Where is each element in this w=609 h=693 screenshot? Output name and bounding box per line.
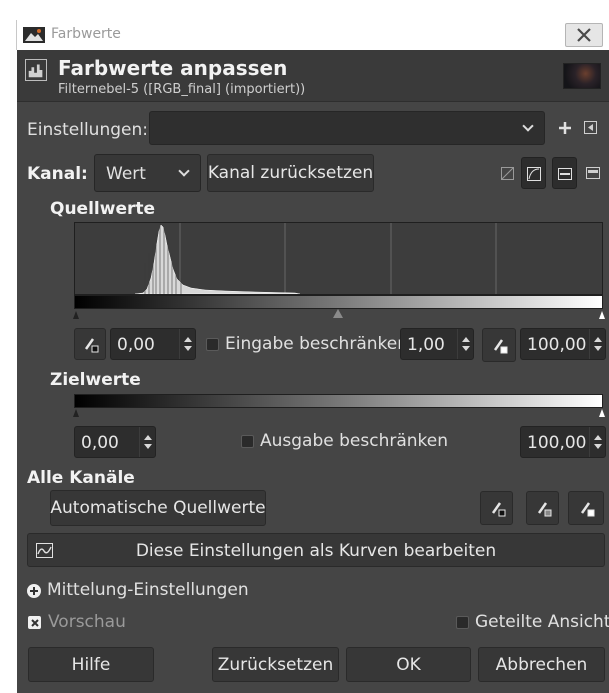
split-view-checkbox[interactable] (456, 616, 469, 629)
display-mode-icon[interactable] (586, 167, 600, 179)
histogram-view-toggle[interactable] (552, 157, 577, 189)
pick-black-point-button[interactable] (74, 328, 106, 360)
checkmark-icon (31, 619, 39, 627)
output-high-spinner[interactable]: 100,00 (520, 426, 606, 458)
preview-checkbox[interactable] (28, 616, 41, 629)
input-low-spinner[interactable]: 0,00 (110, 328, 196, 360)
reset-channel-button[interactable]: Kanal zurücksetzen (207, 154, 374, 192)
output-gradient-bar[interactable] (74, 394, 603, 408)
presets-label: Einstellungen: (27, 120, 148, 140)
spinner-arrows[interactable] (589, 427, 605, 457)
clamp-output-label: Ausgabe beschränken (260, 431, 449, 451)
pick-black-all-button[interactable] (480, 491, 513, 525)
clamp-input-checkbox[interactable] (206, 338, 219, 351)
eyedropper-white-icon (580, 502, 595, 517)
window-title: Farbwerte (51, 26, 121, 42)
input-high-handle[interactable] (599, 311, 605, 319)
histogram-view-icon (558, 168, 572, 180)
close-button[interactable] (565, 23, 603, 47)
spinner-arrows[interactable] (139, 427, 155, 457)
input-low-handle[interactable] (73, 311, 79, 319)
eyedropper-black-icon (84, 338, 99, 353)
edit-as-curves-label: Diese Einstellungen als Kurven bearbeite… (135, 541, 497, 561)
dialog-subtitle: Filternebel-5 ([RGB_final] (importiert)) (58, 82, 306, 97)
channel-combo[interactable]: Wert (94, 154, 201, 192)
spinner-arrows[interactable] (179, 329, 195, 359)
expand-plus-icon (27, 584, 41, 598)
blending-expander[interactable]: Mittelung-Einstellungen (27, 580, 267, 602)
dialog-header: Farbwerte anpassen Filternebel-5 ([RGB_f… (17, 50, 609, 102)
eyedropper-white-icon (493, 339, 508, 354)
split-view-label: Geteilte Ansicht (475, 612, 609, 632)
input-gamma-value: 1,00 (407, 335, 445, 355)
output-high-handle[interactable] (599, 409, 605, 417)
input-low-value: 0,00 (117, 335, 155, 355)
preset-menu-icon[interactable] (584, 121, 597, 134)
channel-value: Wert (106, 164, 146, 184)
add-preset-icon[interactable] (558, 121, 572, 135)
output-low-spinner[interactable]: 0,00 (74, 426, 156, 458)
input-levels-heading: Quellwerte (50, 199, 156, 219)
levels-icon (25, 59, 47, 81)
output-slider-track[interactable] (73, 408, 605, 418)
ok-button[interactable]: OK (346, 647, 471, 682)
dialog-title: Farbwerte anpassen (58, 56, 288, 80)
chevron-down-icon (178, 165, 190, 177)
cancel-button[interactable]: Abbrechen (478, 647, 605, 682)
linear-histogram-icon[interactable] (501, 167, 514, 180)
window-titlebar: Farbwerte (16, 20, 609, 50)
output-levels-heading: Zielwerte (50, 370, 141, 390)
input-gamma-handle[interactable] (333, 309, 343, 318)
pick-white-all-button[interactable] (568, 491, 604, 525)
log-histogram-toggle[interactable] (521, 157, 546, 189)
levels-dialog: Farbwerte anpassen Filternebel-5 ([RGB_f… (17, 50, 609, 693)
input-high-spinner[interactable]: 100,00 (520, 328, 606, 360)
output-low-value: 0,00 (81, 433, 119, 453)
spinner-arrows[interactable] (457, 329, 473, 359)
blending-label: Mittelung-Einstellungen (47, 580, 249, 600)
input-gradient-bar[interactable] (74, 295, 603, 309)
output-high-value: 100,00 (527, 433, 587, 453)
eyedropper-black-icon (491, 502, 506, 517)
help-button[interactable]: Hilfe (28, 647, 154, 682)
channel-label: Kanal: (27, 164, 88, 184)
all-channels-heading: Alle Kanäle (27, 468, 135, 488)
input-histogram (74, 222, 603, 295)
log-histogram-icon (527, 167, 541, 181)
input-high-value: 100,00 (527, 335, 587, 355)
presets-combo[interactable] (149, 111, 545, 145)
close-icon (577, 28, 591, 42)
edit-as-curves-button[interactable]: Diese Einstellungen als Kurven bearbeite… (27, 533, 605, 567)
pick-white-point-button[interactable] (482, 328, 516, 362)
auto-input-levels-button[interactable]: Automatische Quellwerte (50, 490, 266, 526)
output-low-handle[interactable] (73, 409, 79, 417)
preview-label: Vorschau (48, 612, 126, 632)
spinner-arrows[interactable] (589, 329, 605, 359)
clamp-output-checkbox[interactable] (241, 435, 254, 448)
chevron-down-icon (522, 120, 534, 132)
input-gamma-spinner[interactable]: 1,00 (400, 328, 474, 360)
reset-button[interactable]: Zurücksetzen (212, 647, 339, 682)
eyedropper-gray-icon (537, 502, 552, 517)
histogram-graph (134, 223, 497, 295)
input-slider-track[interactable] (73, 309, 605, 321)
gimp-app-icon (23, 27, 45, 43)
clamp-input-label: Eingabe beschränken (225, 334, 408, 354)
pick-gray-all-button[interactable] (526, 491, 559, 525)
image-thumbnail (563, 63, 601, 89)
